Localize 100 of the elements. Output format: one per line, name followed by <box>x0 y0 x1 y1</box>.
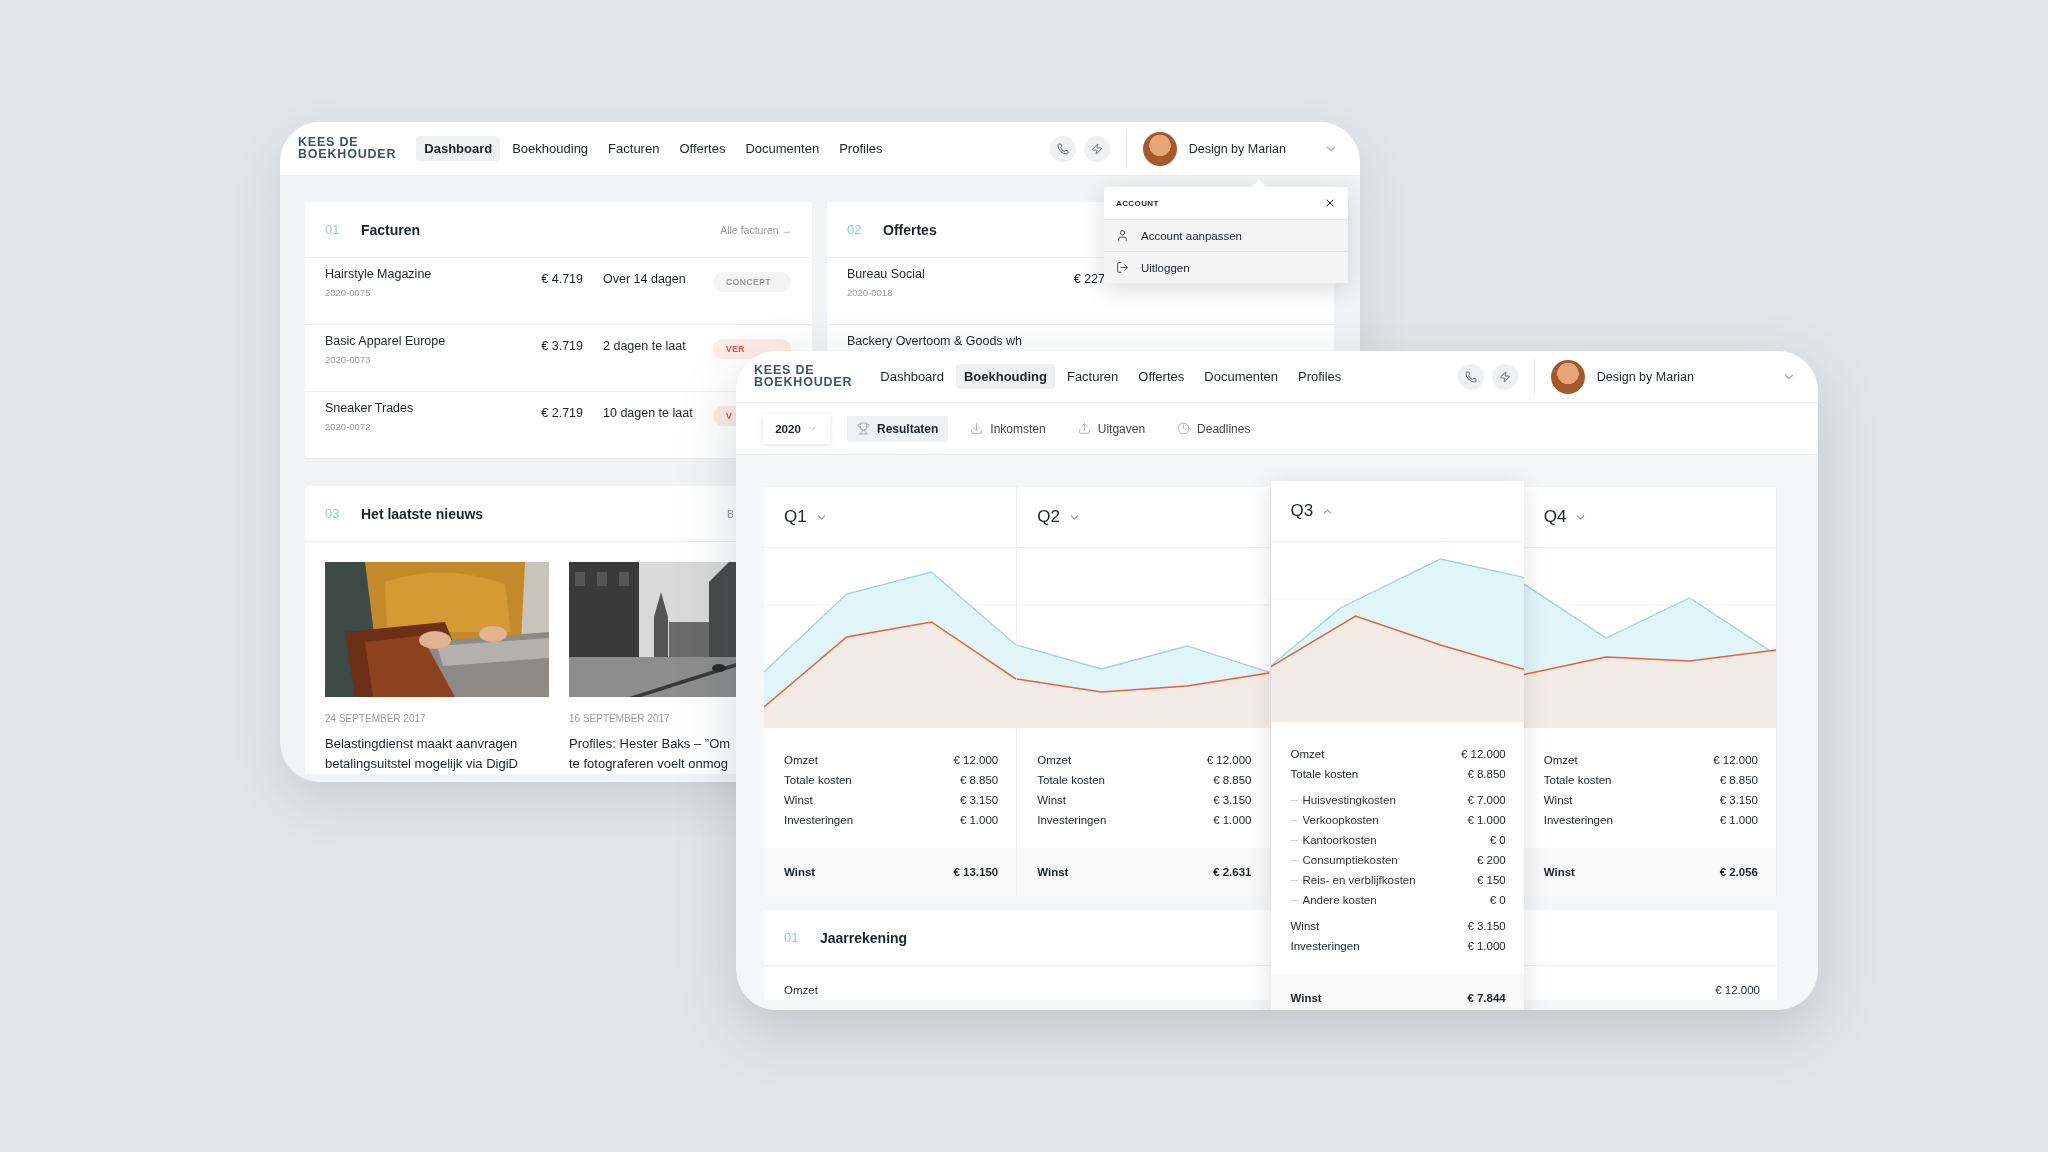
lightning-icon[interactable] <box>1491 363 1518 390</box>
stat-value: € 8.850 <box>1719 774 1758 786</box>
quote-amount: € 227 <box>1072 272 1105 286</box>
quarter-title[interactable]: Q1 <box>784 507 807 527</box>
phone-icon[interactable] <box>1457 363 1484 390</box>
due-text: 10 dagen te laat <box>603 406 694 420</box>
due-text: Over 14 dagen <box>603 272 687 286</box>
upload-icon <box>1077 422 1091 435</box>
stat-label: Kantoorkosten <box>1302 834 1377 846</box>
stat-label: Consumptiekosten <box>1302 854 1398 866</box>
results-tab[interactable]: Inkomsten <box>960 415 1056 442</box>
stat-value: € 1.000 <box>1719 814 1758 826</box>
year-select[interactable]: 2020 <box>763 413 830 444</box>
stat-value: € 0 <box>1489 834 1506 846</box>
status-badge: CONCEPT <box>713 272 791 292</box>
nav-tab[interactable]: Offertes <box>1130 364 1193 389</box>
stat-value: € 3.150 <box>1467 920 1506 932</box>
client-name: Bureau Social <box>847 268 925 281</box>
stat-label: Huisvestingkosten <box>1302 794 1396 806</box>
section-title: Jaarrekening <box>820 929 908 946</box>
stat-label: Omzet <box>1037 754 1072 766</box>
nav-tab[interactable]: Facturen <box>1058 364 1127 389</box>
stat-label: Investeringen <box>1543 814 1613 826</box>
stat-value: € 8.850 <box>1467 768 1506 780</box>
user-name[interactable]: Design by Marian <box>1188 141 1286 156</box>
nav-tab[interactable]: Boekhouding <box>504 136 597 161</box>
logo[interactable]: KEES DE BOEKHOUDER <box>754 364 853 389</box>
logo[interactable]: KEES DE BOEKHOUDER <box>298 136 397 161</box>
total-label: Winst <box>784 865 816 878</box>
client-name: Backery Overtoom & Goods wh <box>847 335 1023 348</box>
results-tab[interactable]: Deadlines <box>1167 415 1261 442</box>
quarter-title[interactable]: Q2 <box>1037 507 1060 527</box>
avatar[interactable] <box>1142 131 1177 166</box>
stat-label: Investeringen <box>784 814 854 826</box>
client-name: Sneaker Trades <box>325 402 414 415</box>
nav-tab[interactable]: Profiles <box>831 136 891 161</box>
menu-title: ACCOUNT <box>1116 198 1159 208</box>
menu-item[interactable]: Account aanpassen <box>1104 219 1348 251</box>
stat-value: € 200 <box>1476 854 1506 866</box>
quarter-title[interactable]: Q3 <box>1290 501 1314 521</box>
menu-item[interactable]: Uitloggen <box>1104 251 1348 283</box>
article-headline[interactable]: Belastingdienst maakt aanvragen betalingsuitstel mogelijk via DigiD <box>325 734 518 774</box>
stat-value: € 3.150 <box>959 794 999 806</box>
stat-label: Winst <box>1290 920 1320 932</box>
results-tab[interactable]: Resultaten <box>847 415 949 442</box>
total-value: € 13.150 <box>953 865 999 878</box>
stat-label: Verkoopkosten <box>1302 814 1379 826</box>
stat-label: Omzet <box>784 754 818 766</box>
section-title: Offertes <box>883 221 937 238</box>
stat-value: € 7.000 <box>1467 794 1506 806</box>
stat-value: € 150 <box>1476 874 1506 886</box>
lightning-icon[interactable] <box>1083 135 1110 162</box>
stat-label: Winst <box>1543 794 1573 806</box>
invoice-amount: € 4.719 <box>540 272 583 286</box>
stat-value: € 3.150 <box>1213 794 1252 806</box>
quarter-title[interactable]: Q4 <box>1543 507 1567 527</box>
clock-icon <box>1177 422 1191 435</box>
avatar[interactable] <box>1550 359 1585 394</box>
phone-icon[interactable] <box>1049 135 1076 162</box>
section-number: 01 <box>325 222 341 237</box>
stat-value: € 12.000 <box>1461 748 1506 760</box>
article-headline[interactable]: Profiles: Hester Baks – ”Om te fotograferen voelt onmog <box>569 734 731 774</box>
invoice-number: 2020-0075 <box>325 287 372 298</box>
stat-label: Totale kosten <box>1543 774 1612 786</box>
total-value: € 7.844 <box>1467 991 1506 1004</box>
stat-value: € 1.000 <box>959 814 999 826</box>
results-tab[interactable]: Uitgaven <box>1067 415 1156 442</box>
user-icon <box>1116 229 1129 242</box>
nav-tab[interactable]: Dashboard <box>416 136 501 161</box>
client-name: Basic Apparel Europe <box>325 335 446 348</box>
user-name[interactable]: Design by Marian <box>1596 369 1694 384</box>
close-icon[interactable] <box>1324 197 1336 209</box>
stat-label: Winst <box>784 794 813 806</box>
stat-label: Reis- en verblijfkosten <box>1302 874 1416 886</box>
total-value: € 2.056 <box>1719 865 1758 878</box>
total-label: Winst <box>1543 865 1575 878</box>
stat-value: € 1.000 <box>1213 814 1252 826</box>
section-number: 03 <box>325 506 341 521</box>
invoice-amount: € 3.719 <box>540 339 583 353</box>
stat-label: Investeringen <box>1037 814 1107 826</box>
nav-tab[interactable]: Documenten <box>737 136 828 161</box>
download-icon <box>970 422 984 435</box>
nav-tab[interactable]: Offertes <box>671 136 734 161</box>
stat-value: € 1.000 <box>1467 814 1506 826</box>
stat-label: Winst <box>1037 794 1066 806</box>
stat-label: Omzet <box>784 984 818 996</box>
nav-tab[interactable]: Boekhouding <box>955 364 1055 389</box>
stat-value: € 0 <box>1489 894 1506 906</box>
nav-tab[interactable]: Documenten <box>1196 364 1286 389</box>
article-date: 24 SEPTEMBER 2017 <box>325 713 427 724</box>
stat-value: € 1.000 <box>1467 940 1506 952</box>
invoice-number: 2020-0073 <box>325 354 372 365</box>
stat-value: € 12.000 <box>1206 754 1252 766</box>
invoice-amount: € 2.719 <box>540 406 583 420</box>
nav-tab[interactable]: Dashboard <box>872 364 952 389</box>
nav-tab[interactable]: Profiles <box>1290 364 1350 389</box>
section-title: Facturen <box>361 221 421 238</box>
section-number: 01 <box>784 930 800 945</box>
nav-tab[interactable]: Facturen <box>600 136 668 161</box>
trophy-icon <box>857 422 870 435</box>
